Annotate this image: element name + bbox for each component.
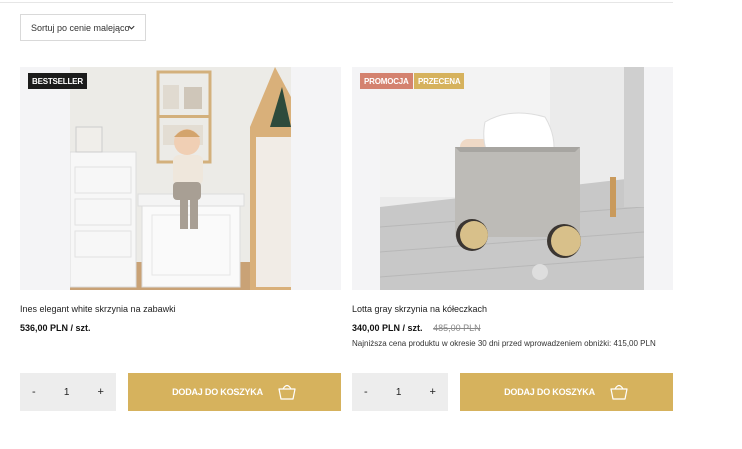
add-to-cart-button[interactable]: DODAJ DO KOSZYKA <box>460 373 673 411</box>
add-to-cart-label: DODAJ DO KOSZYKA <box>504 387 595 397</box>
add-to-cart-button[interactable]: DODAJ DO KOSZYKA <box>128 373 341 411</box>
basket-icon <box>610 384 628 400</box>
divider <box>0 2 673 3</box>
sort-select-label: Sortuj po cenie malejąco <box>31 22 130 33</box>
product-price: 536,00 PLN / szt. <box>20 323 91 333</box>
quantity-stepper: - 1 + <box>20 373 116 411</box>
sort-select[interactable]: Sortuj po cenie malejąco <box>20 14 146 41</box>
bestseller-badge: BESTSELLER <box>28 73 87 89</box>
qty-value[interactable]: 1 <box>396 387 402 398</box>
product-image[interactable]: BESTSELLER <box>20 67 341 290</box>
price-old: 485,00 PLN <box>433 323 481 333</box>
discount-badge: PRZECENA <box>414 73 465 89</box>
product-name[interactable]: Ines elegant white skrzynia na zabawki <box>20 304 176 314</box>
qty-value[interactable]: 1 <box>64 387 70 398</box>
basket-icon <box>278 384 296 400</box>
product-price: 340,00 PLN / szt. 485,00 PLN <box>352 323 481 333</box>
product-card: BESTSELLER Ines elegant white skrzynia n… <box>20 67 341 411</box>
promotion-badge: PROMOCJA <box>360 73 413 89</box>
qty-plus-button[interactable]: + <box>430 386 436 398</box>
add-to-cart-label: DODAJ DO KOSZYKA <box>172 387 263 397</box>
product-name[interactable]: Lotta gray skrzynia na kółeczkach <box>352 304 487 314</box>
chevron-down-icon <box>128 25 135 30</box>
price-current: 340,00 PLN / szt. <box>352 323 423 333</box>
quantity-stepper: - 1 + <box>352 373 448 411</box>
lowest-price-note: Najniższa cena produktu w okresie 30 dni… <box>352 339 656 348</box>
qty-minus-button[interactable]: - <box>364 386 368 398</box>
product-photo <box>380 67 644 290</box>
product-card: PROMOCJA PRZECENA Lotta gray skrzynia na… <box>352 67 673 411</box>
qty-plus-button[interactable]: + <box>98 386 104 398</box>
product-photo <box>70 67 291 290</box>
price-current: 536,00 PLN / szt. <box>20 323 91 333</box>
qty-minus-button[interactable]: - <box>32 386 36 398</box>
product-image[interactable]: PROMOCJA PRZECENA <box>352 67 673 290</box>
